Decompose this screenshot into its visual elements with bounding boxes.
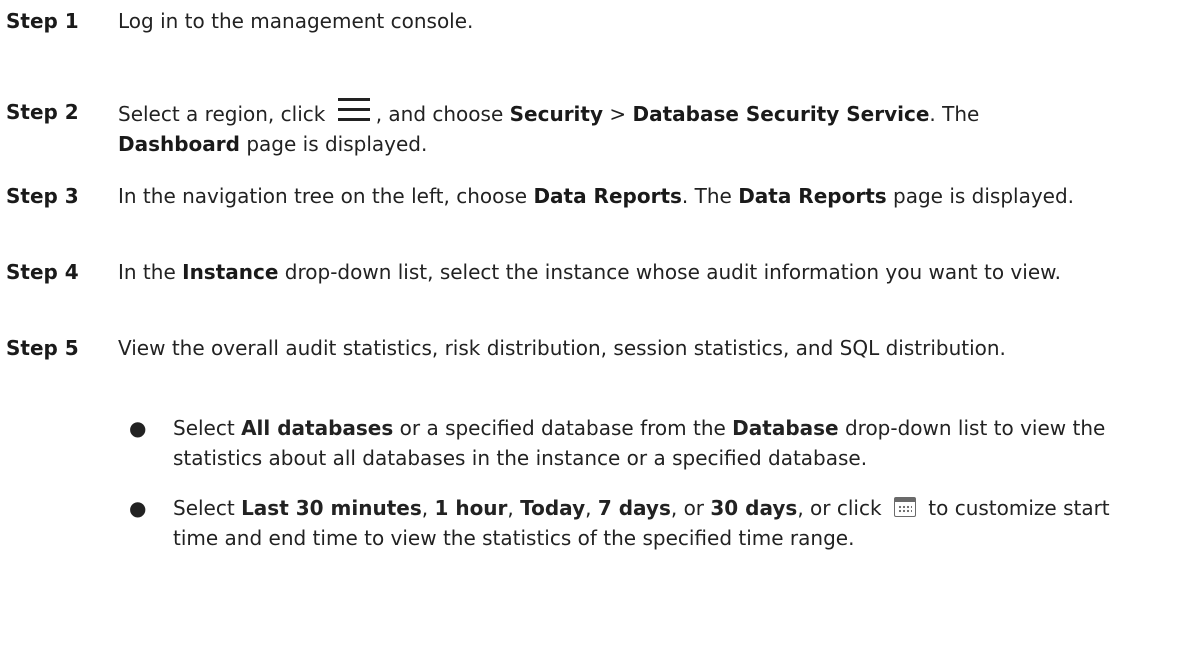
step-text: Log in to the management console. <box>118 9 474 33</box>
bullet-dot: ● <box>129 416 147 440</box>
bullet-list: ● Select All databases or a specified da… <box>118 413 1168 553</box>
calendar-icon[interactable] <box>893 497 916 517</box>
list-item: ● Select Last 30 minutes, 1 hour, Today,… <box>118 493 1123 553</box>
step-label: Step 1 <box>6 9 79 33</box>
bullet-dot: ● <box>129 496 147 520</box>
step-text: Select a region, click , and choose Secu… <box>118 97 1168 159</box>
step-label: Step 5 <box>6 336 79 360</box>
step-text: In the navigation tree on the left, choo… <box>118 184 1075 208</box>
hamburger-menu-icon <box>337 97 370 123</box>
step-text: In the Instance drop-down list, select t… <box>118 260 1062 284</box>
step-text: View the overall audit statistics, risk … <box>118 336 1006 360</box>
step-label: Step 4 <box>6 260 79 284</box>
list-item: ● Select All databases or a specified da… <box>118 413 1123 473</box>
step-label: Step 3 <box>6 184 79 208</box>
step-label: Step 2 <box>6 100 79 124</box>
